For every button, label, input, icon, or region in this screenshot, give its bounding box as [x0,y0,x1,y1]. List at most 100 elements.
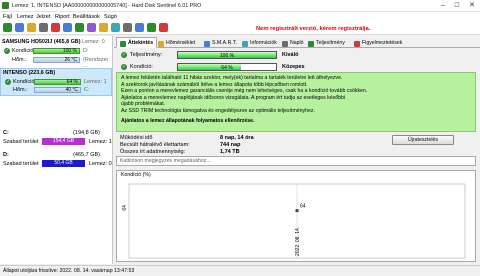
tab-smart[interactable]: S.M.A.R.T. [200,37,241,48]
menu-file[interactable]: Fájl [3,14,12,20]
info-line: Ezen a ponton a merevlemez garanciális c… [121,88,368,95]
free-space-label: Szabad terület [3,139,39,145]
free-space-bar: 154,4 GB [42,138,85,145]
x-tick-label: 2022. 08. 14. [295,227,301,256]
tab-label: Figyelmeztetések [362,40,403,46]
email-icon[interactable] [99,23,108,32]
disk-icon[interactable] [15,23,24,32]
menu-report[interactable]: Riport [55,14,70,20]
condition-label: Kondíció: [13,79,36,85]
retest-button[interactable]: Újratesztelés [392,135,454,145]
tab-label: S.M.A.R.T. [212,40,237,46]
volume-letter: D: [3,152,9,158]
condition-chart: 64 64 2022. 08. 14. [122,183,466,259]
menu-report-flag[interactable]: Jelzet [36,14,50,20]
close-button[interactable]: ✕ [467,2,477,10]
stat-label: Összes írt adatmennyiség: [120,149,186,155]
minimize-button[interactable]: – [438,2,448,10]
performance-icon[interactable] [147,23,156,32]
status-bar: Állapot utoljára frissítve: 2022. 08. 14… [0,265,480,276]
stat-value: 8 nap, 14 óra [220,135,254,141]
disk-entry-intenso[interactable]: INTENSO (223,6 GB) ✓ Kondíció: 64 % Leme… [0,68,112,96]
performance-label: Teljesítmény: [130,52,163,58]
performance-row: ✓ Teljesítmény: 100 % Kiváló [120,50,420,60]
toolbar [0,21,480,35]
info-line: A szektorok javításának számából ítélve … [121,81,308,88]
status-description-box: A lemez felületén található 11 hibás sze… [116,72,476,132]
disk-name: INTENSO (223,6 GB) [3,70,56,76]
performance-value: 100 % [219,53,235,59]
volume-size: (194,8 GB) [73,130,100,136]
data-label: 64 [300,204,306,210]
tab-temperature[interactable]: Hőmérséklet [154,37,199,48]
info-line: A lemez felületén található 11 hibás sze… [121,75,343,81]
tab-performance[interactable]: Teljesítmény [304,37,349,48]
disk-name: SAMSUNG HD502IJ (465,8 GB) [2,39,81,45]
volume-size: (465,7 GB) [73,152,100,158]
help-icon[interactable] [159,23,168,32]
temperature-bar: 26 °C [33,57,80,63]
network-icon[interactable] [111,23,120,32]
ok-check-icon: ✓ [121,52,127,58]
tab-alerts[interactable]: Figyelmeztetések [350,37,406,48]
tab-overview[interactable]: Áttekintés [116,37,158,48]
volume-entry-d[interactable]: D: (465,7 GB) Szabad terület 50,4 GB Lem… [2,152,112,174]
condition-value: 64 % [221,65,233,71]
data-point [295,209,299,213]
register-promo-link[interactable]: Nem regisztrált verzió, kérem regisztrál… [256,26,370,32]
settings-icon[interactable] [39,23,48,32]
maximize-button[interactable]: ☐ [452,2,462,10]
print-icon[interactable] [123,23,132,32]
stat-label: Működési idő [120,135,153,141]
report-icon[interactable] [27,23,36,32]
menu-disk[interactable]: Lemez [17,14,34,20]
info-recommendation: Ajánlatos a lemez állapotának folyamatos… [121,117,255,124]
title-bar: Lemez: 1, INTENSO [AA000000000000005740]… [0,0,480,12]
disk-number: Lemez: 1 [89,139,112,145]
temperature-label: Hőm.: [12,57,27,63]
disk-number: Lemez: 0 [82,39,105,45]
thermometer-icon [158,41,164,47]
stat-label: Becsült hátralévő élettartam: [120,142,190,148]
tab-label: Hőmérséklet [166,40,196,46]
condition-bar: 64 % [177,63,277,71]
backup-icon[interactable] [87,23,96,32]
app-icon [2,2,9,9]
performance-rating: Kiváló [282,52,299,58]
temperature-label: Hőm.: [13,87,28,93]
alert-icon[interactable] [51,23,60,32]
condition-bar: 100 % [33,48,80,54]
tab-strip: Áttekintés Hőmérséklet S.M.A.R.T. Inform… [114,36,480,48]
performance-bar: 100 % [177,51,277,59]
tab-label: Áttekintés [128,40,154,46]
info-line: újabb problémákat. [121,101,166,108]
volume-entry-c[interactable]: C: (194,8 GB) Szabad terület 154,4 GB Le… [2,130,112,152]
menu-bar: Fájl Lemez Jelzet Riport Beállítások Súg… [0,12,480,21]
info-icon[interactable] [63,23,72,32]
ok-check-icon: ✓ [5,79,11,85]
condition-row: ✓ Kondíció: 64 % Közepes [120,62,420,72]
main-panel: Áttekintés Hőmérséklet S.M.A.R.T. Inform… [114,36,480,264]
disk-entry-samsung[interactable]: SAMSUNG HD502IJ (465,8 GB) Lemez: 0 ✓ Ko… [0,38,112,69]
test-icon[interactable] [75,23,84,32]
comment-input[interactable]: Kattintson megjegyzés megadásához... [116,156,476,166]
log-icon [282,41,288,47]
y-tick-label: 64 [122,205,128,211]
condition-label: Kondíció: [12,48,35,54]
temperature-bar: 40 °C [34,87,81,93]
overview-icon [120,41,126,47]
disk-number: Lemez: 0 [89,161,112,167]
chart-tab-condition[interactable]: Kondíció (%) [121,172,151,178]
menu-help[interactable]: Súgó [104,14,117,20]
stat-value: 744 nap [220,142,241,148]
stat-value: 1,74 TB [220,149,240,155]
window-title: Lemez: 1, INTENSO [AA000000000000005740]… [12,3,202,9]
save-icon[interactable] [135,23,144,32]
drive-letters: D: [83,48,89,54]
refresh-icon[interactable] [3,23,12,32]
tab-label: Teljesítmény [316,40,345,46]
tab-information[interactable]: Információk [238,37,281,48]
menu-settings[interactable]: Beállítások [73,14,100,20]
tab-label: Napló [290,40,304,46]
info-line: Az SSD TRIM technológia támogatva és eng… [121,107,315,114]
